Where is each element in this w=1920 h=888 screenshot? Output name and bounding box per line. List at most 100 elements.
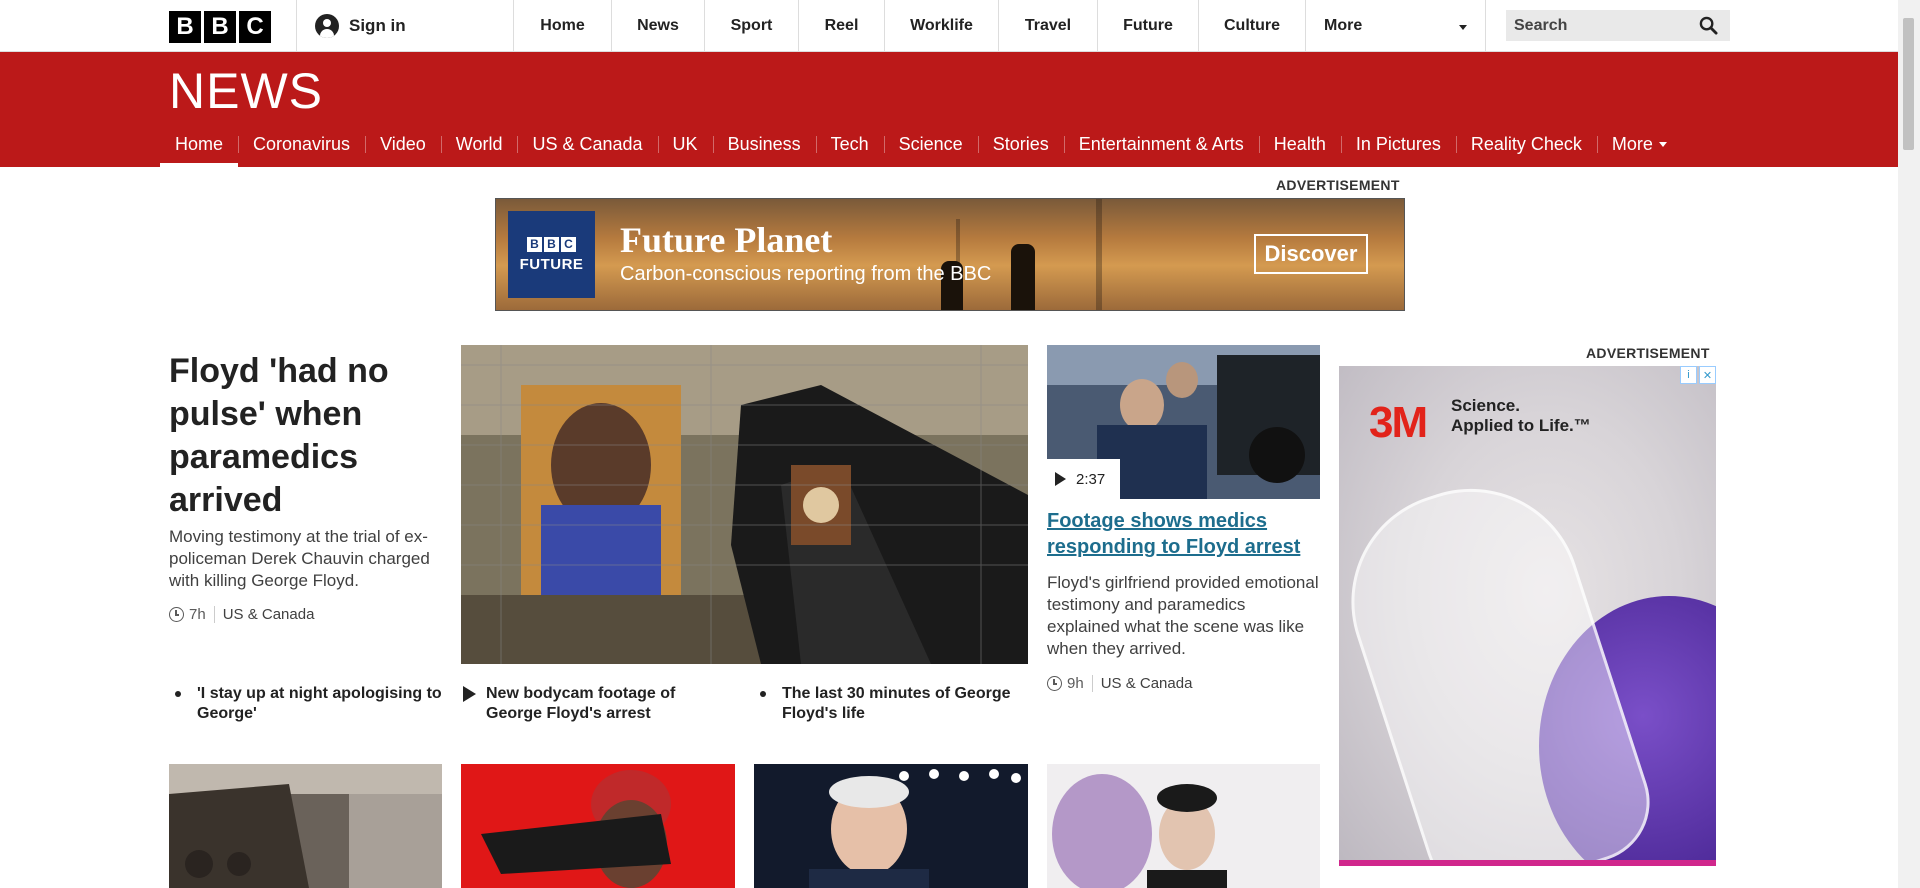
global-nav-future[interactable]: Future	[1097, 0, 1198, 52]
future-brand-name: FUTURE	[519, 255, 584, 273]
lead-image[interactable]	[461, 345, 1028, 664]
news-nav-stories[interactable]: Stories	[977, 122, 1064, 167]
fence-mural-photo	[461, 345, 1028, 664]
lead-summary: Moving testimony at the trial of ex-poli…	[169, 527, 430, 590]
bullet-icon	[760, 691, 766, 697]
second-time: 9h	[1067, 675, 1084, 692]
video-duration-badge: 2:37	[1047, 459, 1120, 499]
bodycam-video-thumbnail[interactable]: 2:37	[1047, 345, 1320, 499]
news-nav: Home Coronavirus Video World US & Canada…	[160, 122, 1682, 167]
news-nav-business[interactable]: Business	[712, 122, 816, 167]
related-link-text: The last 30 minutes of George Floyd's li…	[782, 685, 1011, 722]
train-interior-photo	[169, 764, 442, 888]
play-icon	[463, 686, 476, 702]
news-nav-reality-check[interactable]: Reality Check	[1455, 122, 1597, 167]
news-nav-home[interactable]: Home	[160, 122, 239, 167]
global-nav-culture[interactable]: Culture	[1198, 0, 1305, 52]
meta-divider	[213, 606, 215, 623]
scrollbar-thumb[interactable]	[1903, 18, 1914, 150]
related-link[interactable]: The last 30 minutes of George Floyd's li…	[754, 684, 1028, 724]
bbc-logo-letter: B	[544, 236, 559, 252]
story-thumbnail[interactable]	[754, 764, 1028, 888]
ad-close-icon[interactable]: ✕	[1699, 366, 1716, 384]
bbc-logo-letter: C	[239, 11, 271, 43]
news-nav-uk[interactable]: UK	[657, 122, 713, 167]
bbc-global-nav: B B C Sign in Home News Sport Reel Workl…	[0, 0, 1898, 52]
caret-down-icon	[1658, 142, 1667, 147]
story-thumbnail[interactable]	[1047, 764, 1320, 888]
news-nav-more-label: More	[1611, 134, 1653, 154]
bbc-future-logo: B B C FUTURE	[508, 211, 595, 298]
search-icon[interactable]	[1699, 16, 1718, 35]
3m-tagline: Science. Applied to Life.™	[1451, 396, 1591, 436]
related-video-link[interactable]: New bodycam footage of George Floyd's ar…	[461, 684, 721, 724]
news-nav-more[interactable]: More	[1596, 122, 1682, 167]
bbc-logo-letter: B	[527, 236, 542, 252]
3m-tagline-line: Science.	[1451, 396, 1520, 415]
search-input[interactable]	[1514, 16, 1694, 35]
3m-side-ad[interactable]: 3M Science. Applied to Life.™ i ✕	[1339, 366, 1716, 866]
ad-choices-icon[interactable]: i ✕	[1680, 366, 1716, 384]
page-scrollbar[interactable]	[1898, 0, 1920, 888]
news-header: NEWS Home Coronavirus Video World US & C…	[0, 52, 1898, 167]
video-duration: 2:37	[1076, 470, 1106, 488]
news-nav-tech[interactable]: Tech	[815, 122, 884, 167]
bullet-icon	[175, 691, 181, 697]
shoe-photo	[461, 764, 735, 888]
sign-in-link[interactable]: Sign in	[296, 0, 512, 52]
advertisement-label: ADVERTISEMENT	[1276, 177, 1400, 193]
lead-headline[interactable]: Floyd 'had no pulse' when paramedics arr…	[169, 350, 444, 522]
second-meta: 9h US & Canada	[1047, 675, 1192, 692]
related-link-text: 'I stay up at night apologising to Georg…	[197, 685, 442, 722]
bbc-logo-letter: B	[204, 11, 236, 43]
global-nav-home[interactable]: Home	[513, 0, 611, 52]
user-icon	[315, 14, 339, 38]
lead-section-tag[interactable]: US & Canada	[223, 606, 315, 623]
biden-photo	[754, 764, 1028, 888]
clock-icon	[169, 607, 184, 622]
second-section-tag[interactable]: US & Canada	[1101, 675, 1193, 692]
lead-time: 7h	[189, 606, 206, 623]
global-nav-reel[interactable]: Reel	[798, 0, 884, 52]
second-headline[interactable]: Footage shows medics responding to Floyd…	[1047, 508, 1320, 560]
ad-info-icon[interactable]: i	[1680, 366, 1697, 384]
discover-button[interactable]: Discover	[1254, 234, 1368, 274]
global-nav-news[interactable]: News	[611, 0, 704, 52]
story-thumbnail[interactable]	[461, 764, 735, 888]
news-nav-health[interactable]: Health	[1258, 122, 1341, 167]
news-nav-science[interactable]: Science	[883, 122, 978, 167]
news-nav-entertainment-arts[interactable]: Entertainment & Arts	[1063, 122, 1259, 167]
3m-tagline-line: Applied to Life.™	[1451, 416, 1591, 435]
lead-meta: 7h US & Canada	[169, 606, 314, 623]
news-nav-world[interactable]: World	[440, 122, 518, 167]
play-icon	[1055, 472, 1066, 486]
future-planet-ad[interactable]: B B C FUTURE Future Planet Carbon-consci…	[495, 198, 1405, 311]
related-link[interactable]: 'I stay up at night apologising to Georg…	[169, 684, 445, 724]
advertisement-label: ADVERTISEMENT	[1586, 345, 1710, 361]
news-nav-coronavirus[interactable]: Coronavirus	[238, 122, 365, 167]
search-box	[1506, 10, 1730, 41]
global-nav-sport[interactable]: Sport	[704, 0, 798, 52]
ad-subtitle: Carbon-conscious reporting from the BBC	[620, 263, 992, 285]
global-nav-travel[interactable]: Travel	[998, 0, 1097, 52]
met-gala-photo	[1047, 764, 1320, 888]
global-nav-more[interactable]: More	[1305, 0, 1486, 52]
ad-person-silhouette	[1011, 244, 1035, 310]
second-summary: Floyd's girlfriend provided emotional te…	[1047, 573, 1319, 658]
news-nav-video[interactable]: Video	[365, 122, 441, 167]
ad-accent-bar	[1339, 860, 1716, 866]
bbc-logo-letter: B	[169, 11, 201, 43]
news-nav-in-pictures[interactable]: In Pictures	[1340, 122, 1456, 167]
3m-logo: 3M	[1369, 398, 1428, 447]
news-nav-us-canada[interactable]: US & Canada	[517, 122, 657, 167]
news-logo[interactable]: NEWS	[169, 62, 323, 120]
global-nav-items: Home News Sport Reel Worklife Travel Fut…	[513, 0, 1486, 52]
clock-icon	[1047, 676, 1062, 691]
bbc-logo[interactable]: B B C	[169, 11, 271, 43]
meta-divider	[1091, 675, 1093, 692]
ad-title: Future Planet	[620, 220, 833, 260]
global-nav-more-label: More	[1324, 17, 1363, 34]
global-nav-worklife[interactable]: Worklife	[884, 0, 998, 52]
sign-in-label: Sign in	[349, 16, 406, 35]
story-thumbnail[interactable]	[169, 764, 442, 888]
